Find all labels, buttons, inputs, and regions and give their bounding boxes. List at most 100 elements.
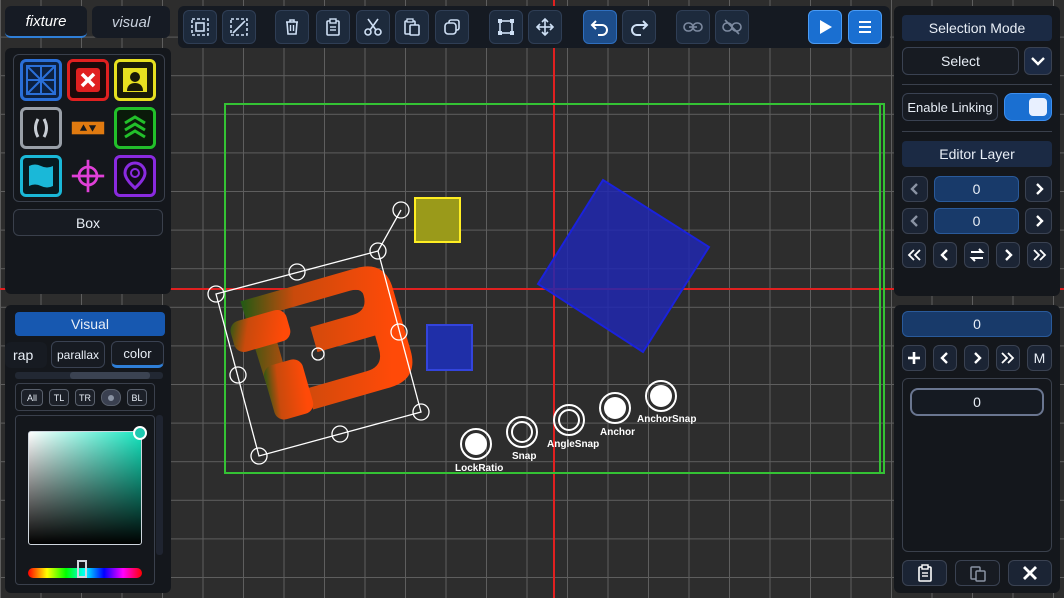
crosshair-icon: [71, 159, 105, 193]
clipboard-icon: [917, 564, 932, 582]
anchor-tr-chip[interactable]: TR: [75, 389, 95, 406]
tab-color[interactable]: color: [111, 341, 164, 368]
anchor-tl-chip[interactable]: TL: [49, 389, 69, 406]
move-icon: [535, 17, 555, 37]
layer2-value[interactable]: 0: [934, 208, 1019, 234]
selection-mode-dropdown[interactable]: Select: [902, 47, 1019, 75]
unlink-button[interactable]: [715, 10, 749, 44]
anchor-bl-chip[interactable]: BL: [127, 389, 147, 406]
object-prev-button[interactable]: [933, 345, 957, 371]
move-tool-button[interactable]: [528, 10, 562, 44]
tab-scrollbar[interactable]: [15, 372, 163, 379]
layer-last-button[interactable]: [1027, 242, 1052, 268]
redo-button[interactable]: [622, 10, 656, 44]
parentheses-icon: [34, 118, 48, 138]
enable-linking-label: Enable Linking: [902, 93, 998, 121]
tab-parallax[interactable]: parallax: [51, 341, 105, 368]
layer2-prev-button[interactable]: [902, 208, 928, 234]
deselect-icon: [230, 18, 248, 36]
layer-swap-button[interactable]: [964, 242, 989, 268]
chevron-left-icon: [940, 352, 948, 364]
target-fixture-button[interactable]: [67, 155, 109, 197]
paste-button[interactable]: [395, 10, 429, 44]
anchor-all-chip[interactable]: All: [21, 389, 43, 406]
menu-button[interactable]: [848, 10, 882, 44]
color-saturation-picker[interactable]: [28, 426, 147, 545]
visual-panel-header: Visual: [15, 312, 165, 336]
spawn-fixture-button[interactable]: [114, 59, 156, 101]
layer1-value[interactable]: 0: [934, 176, 1019, 202]
close-icon: [76, 68, 100, 92]
bounds-tool-button[interactable]: [489, 10, 523, 44]
object-last-button[interactable]: [996, 345, 1020, 371]
grid-icon: [26, 65, 56, 95]
link-button[interactable]: [676, 10, 710, 44]
delete-object-button[interactable]: [1008, 560, 1052, 586]
kill-fixture-button[interactable]: [67, 59, 109, 101]
layer1-next-button[interactable]: [1025, 176, 1052, 202]
group-fixture-button[interactable]: [20, 107, 62, 149]
play-button[interactable]: [808, 10, 842, 44]
object-list-item[interactable]: 0: [910, 388, 1044, 416]
arrows-icon: [71, 121, 105, 135]
swap-icon: [969, 248, 984, 262]
pin-icon: [123, 161, 147, 191]
small-blue-box-object[interactable]: [426, 324, 473, 371]
layer-back-button[interactable]: [933, 242, 957, 268]
fast-forward-icon: [1032, 249, 1046, 261]
chevron-left-icon: [910, 215, 918, 227]
cut-button[interactable]: [356, 10, 390, 44]
enable-linking-toggle[interactable]: [1004, 93, 1052, 121]
link-icon: [683, 22, 703, 32]
plus-icon: [908, 352, 920, 364]
anchor-center-chip[interactable]: [101, 389, 121, 406]
layer-first-button[interactable]: [902, 242, 926, 268]
tab-visual[interactable]: visual: [92, 6, 170, 38]
object-count-value: 0: [902, 311, 1052, 337]
select-all-button[interactable]: [183, 10, 217, 44]
selected-fixture-name[interactable]: Box: [13, 209, 163, 236]
paste-object-button[interactable]: [955, 560, 1000, 586]
layer2-next-button[interactable]: [1025, 208, 1052, 234]
chevrons-icon: [124, 115, 146, 139]
anchor-snap-label: AnchorSnap: [637, 414, 697, 425]
person-icon: [123, 68, 147, 92]
portal-fixture-button[interactable]: [114, 155, 156, 197]
close-icon: [1023, 566, 1037, 580]
yellow-box-object[interactable]: [414, 197, 461, 243]
undo-icon: [590, 20, 608, 36]
delete-button[interactable]: [275, 10, 309, 44]
stretch-fixture-button[interactable]: [67, 107, 109, 149]
snap-label: Snap: [512, 451, 537, 462]
grid-fixture-button[interactable]: [20, 59, 62, 101]
copy-button[interactable]: [316, 10, 350, 44]
play-icon: [820, 20, 832, 34]
deselect-button[interactable]: [222, 10, 256, 44]
select-box-icon: [191, 18, 209, 36]
duplicate-button[interactable]: [435, 10, 469, 44]
color-panel-scrollbar[interactable]: [156, 415, 163, 555]
layer1-prev-button[interactable]: [902, 176, 928, 202]
selection-mode-dropdown-toggle[interactable]: [1024, 47, 1052, 75]
layer-forward-button[interactable]: [996, 242, 1020, 268]
angle-snap-label: AngleSnap: [547, 439, 600, 450]
undo-button[interactable]: [583, 10, 617, 44]
chevron-right-icon: [1035, 215, 1044, 227]
copy-object-button[interactable]: [902, 560, 947, 586]
tab-wrap[interactable]: rap: [5, 342, 47, 368]
anchor-label: Anchor: [600, 427, 635, 438]
redo-icon: [631, 20, 649, 36]
duplicate-icon: [444, 19, 460, 35]
scissors-icon: [364, 18, 382, 36]
boost-fixture-button[interactable]: [114, 107, 156, 149]
add-object-button[interactable]: [902, 345, 926, 371]
clipboard-icon: [326, 18, 340, 36]
divider: [902, 131, 1052, 132]
m-button[interactable]: M: [1027, 345, 1052, 371]
object-next-button[interactable]: [964, 345, 989, 371]
chevron-down-icon: [1031, 57, 1045, 66]
checkpoint-fixture-button[interactable]: [20, 155, 62, 197]
tab-fixture[interactable]: fixture: [5, 6, 87, 38]
hue-slider[interactable]: [28, 560, 142, 578]
chevron-right-icon: [1005, 249, 1013, 261]
